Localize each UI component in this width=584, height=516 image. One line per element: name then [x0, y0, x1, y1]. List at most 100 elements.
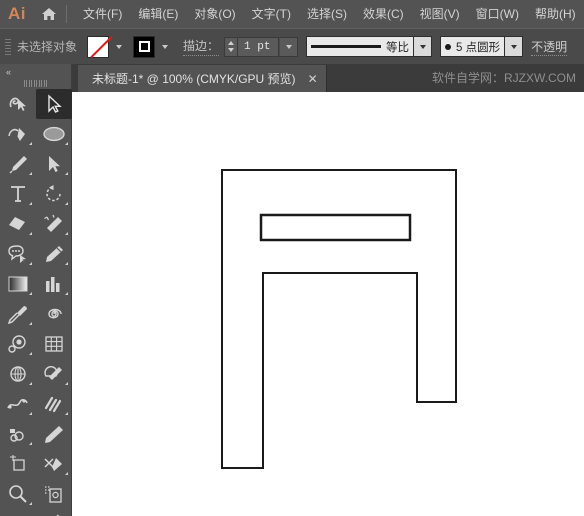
slice-tool[interactable] — [36, 449, 72, 479]
menu-bar: Ai 文件(F) 编辑(E) 对象(O) 文字(T) 选择(S) 效果(C) 视… — [0, 0, 584, 28]
chevron-down-icon — [115, 44, 122, 49]
width-tool[interactable] — [36, 389, 72, 419]
tool-corner-indicator — [65, 232, 68, 235]
watermark-text: 软件自学网：RJZXW.COM — [432, 71, 576, 85]
menu-item-select[interactable]: 选择(S) — [299, 0, 355, 28]
type-tool[interactable] — [0, 179, 36, 209]
ellipse-tool[interactable] — [36, 119, 72, 149]
stepper-down-icon — [228, 48, 235, 52]
blend-tool[interactable] — [36, 509, 72, 516]
print-tiling-tool[interactable] — [36, 479, 72, 509]
magic-wand-tool[interactable] — [36, 209, 72, 239]
collapse-panel-button[interactable]: « — [6, 67, 11, 77]
shaper-tool[interactable] — [0, 89, 36, 119]
stroke-weight-dropdown-button[interactable] — [279, 36, 299, 57]
home-icon[interactable] — [34, 7, 64, 21]
tool-corner-indicator — [65, 262, 68, 265]
chevron-down-icon — [419, 44, 426, 49]
free-transform-tool[interactable] — [0, 419, 36, 449]
tool-corner-indicator — [29, 502, 32, 505]
zoom-tool[interactable] — [0, 479, 36, 509]
brush-definition-dropdown-button[interactable] — [505, 36, 524, 57]
chevron-down-icon — [285, 44, 292, 49]
pencil-tool[interactable] — [36, 239, 72, 269]
fill-control[interactable] — [87, 35, 127, 58]
inner-bar-rect[interactable] — [259, 213, 412, 242]
perspective-grid-tool[interactable] — [0, 359, 36, 389]
column-graph-tool[interactable] — [36, 269, 72, 299]
tool-corner-indicator — [29, 262, 32, 265]
tool-corner-indicator — [29, 412, 32, 415]
mesh-tool[interactable] — [36, 329, 72, 359]
tools-panel-header: « — [0, 64, 71, 78]
direct-selection-tool[interactable] — [36, 149, 72, 179]
menu-item-object[interactable]: 对象(O) — [186, 0, 243, 28]
tool-corner-indicator — [65, 292, 68, 295]
stroke-weight-stepper[interactable] — [224, 36, 238, 57]
eyedropper-tool[interactable] — [0, 299, 36, 329]
stroke-profile-preview-icon — [311, 45, 382, 48]
canvas-area[interactable] — [72, 92, 584, 516]
tool-corner-indicator — [29, 442, 32, 445]
stroke-profile-label: 等比 — [386, 41, 410, 54]
stepper-up-icon — [228, 41, 235, 45]
selection-status: 未选择对象 — [17, 40, 78, 54]
menu-item-file[interactable]: 文件(F) — [75, 0, 130, 28]
control-bar: 未选择对象 描边： 1 pt 等比 5 点圆形 不透明 — [0, 28, 584, 64]
paintbrush-tool[interactable] — [0, 149, 36, 179]
tools-panel: « — [0, 64, 72, 516]
menu-item-effect[interactable]: 效果(C) — [355, 0, 412, 28]
warp-tool[interactable] — [0, 389, 36, 419]
tool-corner-indicator — [29, 382, 32, 385]
artboard-tool[interactable] — [0, 449, 36, 479]
rotate-tool[interactable] — [36, 179, 72, 209]
tool-corner-indicator — [65, 172, 68, 175]
stroke-profile-dropdown-button[interactable] — [414, 36, 433, 57]
stroke-control[interactable] — [133, 35, 173, 58]
stroke-dropdown-button[interactable] — [156, 36, 173, 58]
eraser-tool[interactable] — [0, 209, 36, 239]
stroke-weight-label[interactable]: 描边： — [183, 37, 220, 56]
chevron-down-icon — [161, 44, 168, 49]
spiral-tool[interactable] — [36, 299, 72, 329]
stroke-swatch[interactable] — [133, 35, 156, 58]
menu-item-type[interactable]: 文字(T) — [244, 0, 299, 28]
illustrator-window: Ai 文件(F) 编辑(E) 对象(O) 文字(T) 选择(S) 效果(C) 视… — [0, 0, 584, 516]
tool-corner-indicator — [65, 202, 68, 205]
tool-corner-indicator — [65, 142, 68, 145]
stroke-weight-input[interactable]: 1 pt — [237, 36, 280, 57]
control-bar-grip[interactable] — [3, 36, 13, 58]
tool-corner-indicator — [29, 232, 32, 235]
gradient-tool[interactable] — [0, 269, 36, 299]
tool-corner-indicator — [29, 322, 32, 325]
stroke-profile-value[interactable]: 等比 — [306, 36, 415, 57]
menu-items: 文件(F) 编辑(E) 对象(O) 文字(T) 选择(S) 效果(C) 视图(V… — [75, 0, 584, 28]
close-icon[interactable]: ✕ — [308, 73, 318, 85]
pencil-draw-tool[interactable] — [36, 419, 72, 449]
brush-preview-icon — [445, 43, 452, 50]
fill-swatch[interactable] — [87, 35, 110, 58]
menu-item-edit[interactable]: 编辑(E) — [130, 0, 186, 28]
artwork — [221, 169, 457, 469]
brush-definition-label: 5 点圆形 — [456, 41, 501, 54]
stroke-weight-control: 描边： 1 pt — [183, 36, 299, 57]
pen-tool[interactable] — [0, 119, 36, 149]
stroke-profile-control: 等比 — [306, 36, 433, 57]
menu-item-window[interactable]: 窗口(W) — [468, 0, 527, 28]
opacity-label[interactable]: 不透明 — [531, 38, 568, 56]
menu-item-view[interactable]: 视图(V) — [412, 0, 468, 28]
document-tab-bar: 未标题-1* @ 100% (CMYK/GPU 预览) ✕ 软件自学网：RJZX… — [0, 64, 584, 92]
tool-corner-indicator — [65, 412, 68, 415]
brush-definition-control: 5 点圆形 — [440, 36, 524, 57]
shape-builder-tool[interactable] — [36, 359, 72, 389]
blob-brush-tool[interactable] — [0, 239, 36, 269]
rotate-3d-tool[interactable] — [0, 329, 36, 359]
document-tab[interactable]: 未标题-1* @ 100% (CMYK/GPU 预览) ✕ — [78, 65, 327, 92]
scale-tool[interactable] — [0, 509, 36, 516]
fill-dropdown-button[interactable] — [110, 36, 127, 58]
tool-corner-indicator — [65, 382, 68, 385]
brush-definition-value[interactable]: 5 点圆形 — [440, 36, 506, 57]
menu-item-help[interactable]: 帮助(H) — [527, 0, 584, 28]
selection-tool[interactable] — [36, 89, 72, 119]
tools-panel-grip[interactable] — [0, 78, 71, 89]
